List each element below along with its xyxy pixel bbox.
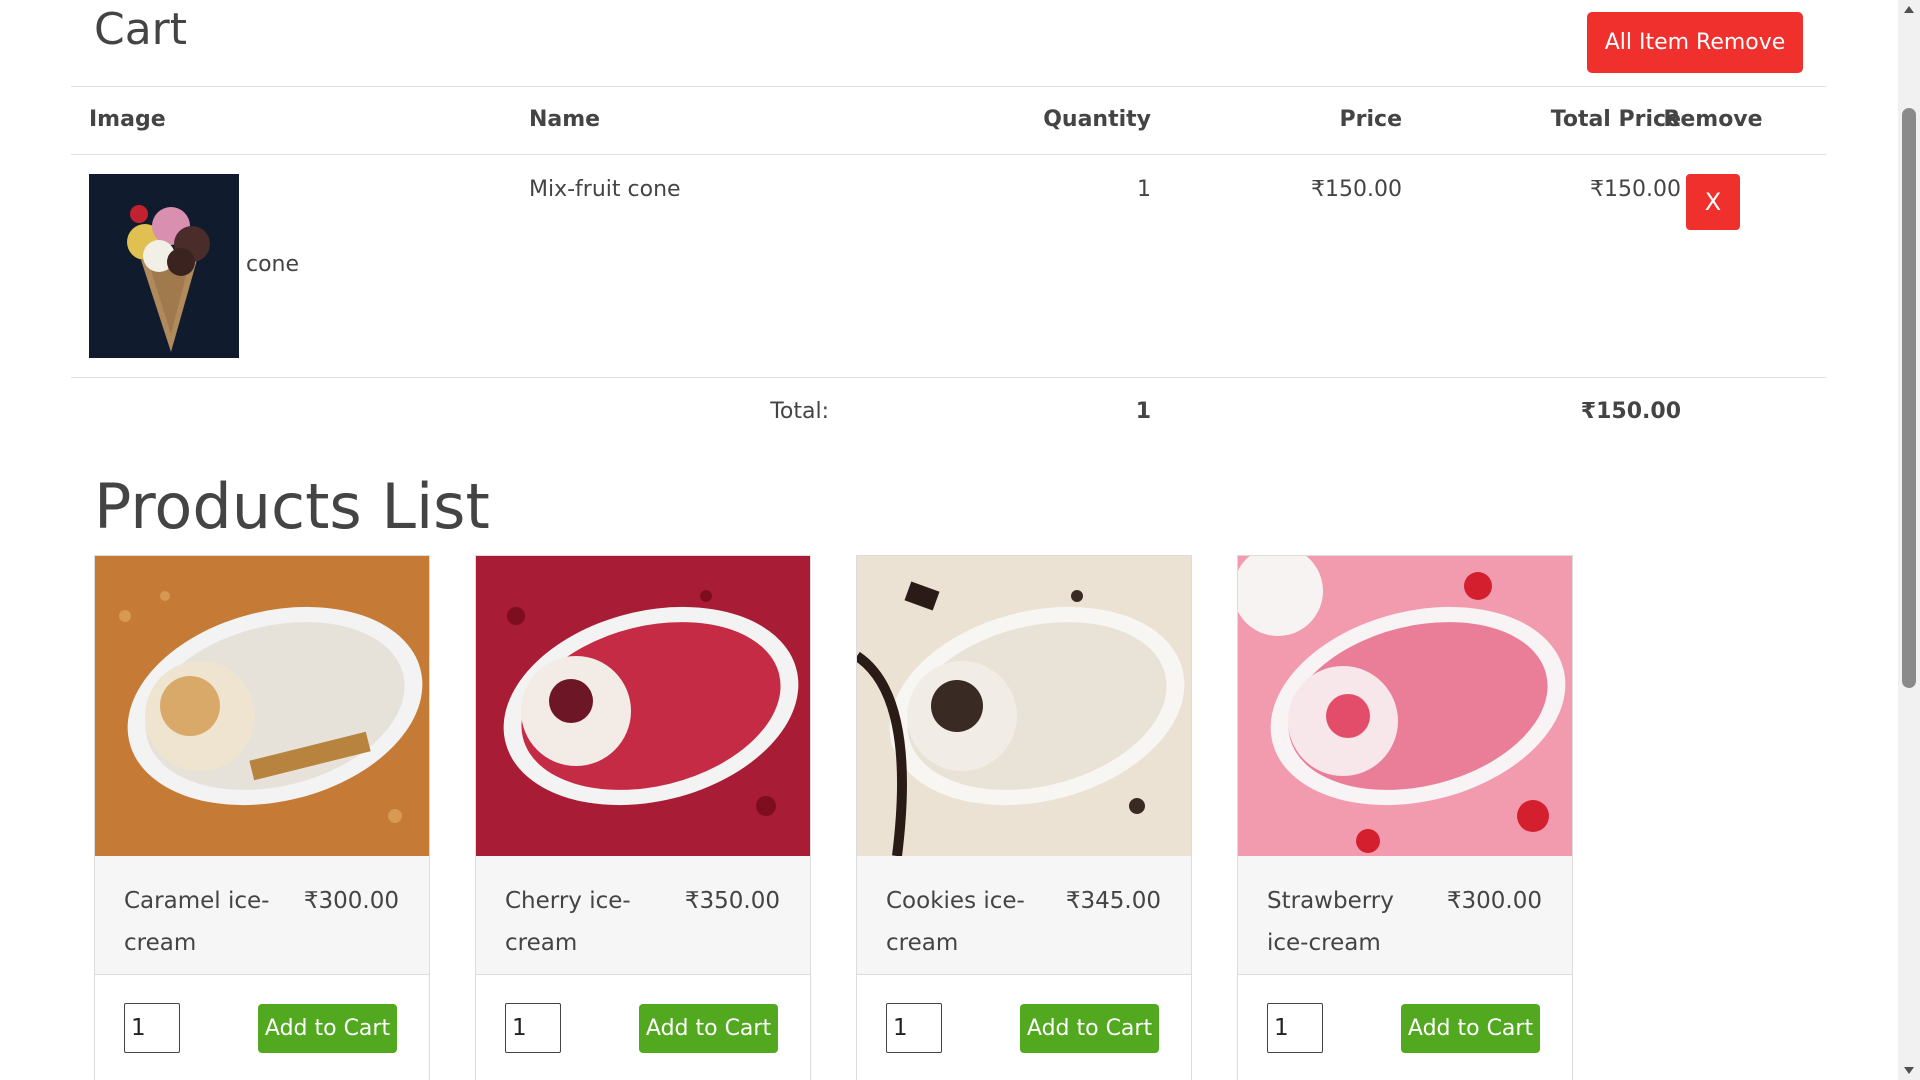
product-price: ₹350.00 bbox=[684, 888, 780, 914]
product-price: ₹300.00 bbox=[303, 888, 399, 914]
product-image bbox=[95, 556, 429, 856]
cookies-tub-image bbox=[857, 556, 1191, 856]
quantity-input[interactable] bbox=[505, 1003, 561, 1053]
product-image bbox=[476, 556, 810, 856]
products-section: Products List Caramel ice-cream ₹300.00 … bbox=[71, 0, 1826, 1080]
cherry-tub-image bbox=[476, 556, 810, 856]
scroll-up-arrow-icon[interactable] bbox=[1904, 6, 1914, 13]
product-info: Strawberry ice-cream ₹300.00 bbox=[1238, 856, 1572, 975]
strawberry-tub-image bbox=[1238, 556, 1572, 856]
product-name: Strawberry ice-cream bbox=[1267, 888, 1394, 956]
quantity-input[interactable] bbox=[124, 1003, 180, 1053]
products-title: Products List bbox=[94, 470, 490, 543]
scrollbar-thumb[interactable] bbox=[1902, 108, 1916, 688]
product-card: Cherry ice-cream ₹350.00 Add to Cart bbox=[475, 555, 811, 1080]
product-image bbox=[857, 556, 1191, 856]
add-to-cart-button[interactable]: Add to Cart bbox=[639, 1004, 778, 1053]
add-to-cart-button[interactable]: Add to Cart bbox=[1020, 1004, 1159, 1053]
product-name: Caramel ice-cream bbox=[124, 888, 270, 956]
quantity-input[interactable] bbox=[886, 1003, 942, 1053]
product-image bbox=[1238, 556, 1572, 856]
product-info: Cookies ice-cream ₹345.00 bbox=[857, 856, 1191, 975]
product-price: ₹345.00 bbox=[1065, 888, 1161, 914]
add-to-cart-button[interactable]: Add to Cart bbox=[258, 1004, 397, 1053]
product-info: Caramel ice-cream ₹300.00 bbox=[95, 856, 429, 975]
product-name: Cookies ice-cream bbox=[886, 888, 1025, 956]
product-card: Cookies ice-cream ₹345.00 Add to Cart bbox=[856, 555, 1192, 1080]
add-to-cart-button[interactable]: Add to Cart bbox=[1401, 1004, 1540, 1053]
product-card: Strawberry ice-cream ₹300.00 Add to Cart bbox=[1237, 555, 1573, 1080]
page: Cart All Item Remove Image Name Quantity… bbox=[0, 0, 1898, 1080]
product-price: ₹300.00 bbox=[1446, 888, 1542, 914]
product-name: Cherry ice-cream bbox=[505, 888, 631, 956]
product-info: Cherry ice-cream ₹350.00 bbox=[476, 856, 810, 975]
caramel-tub-image bbox=[95, 556, 429, 856]
scroll-down-arrow-icon[interactable] bbox=[1904, 1067, 1914, 1074]
quantity-input[interactable] bbox=[1267, 1003, 1323, 1053]
product-card: Caramel ice-cream ₹300.00 Add to Cart bbox=[94, 555, 430, 1080]
vertical-scrollbar[interactable] bbox=[1898, 0, 1920, 1080]
